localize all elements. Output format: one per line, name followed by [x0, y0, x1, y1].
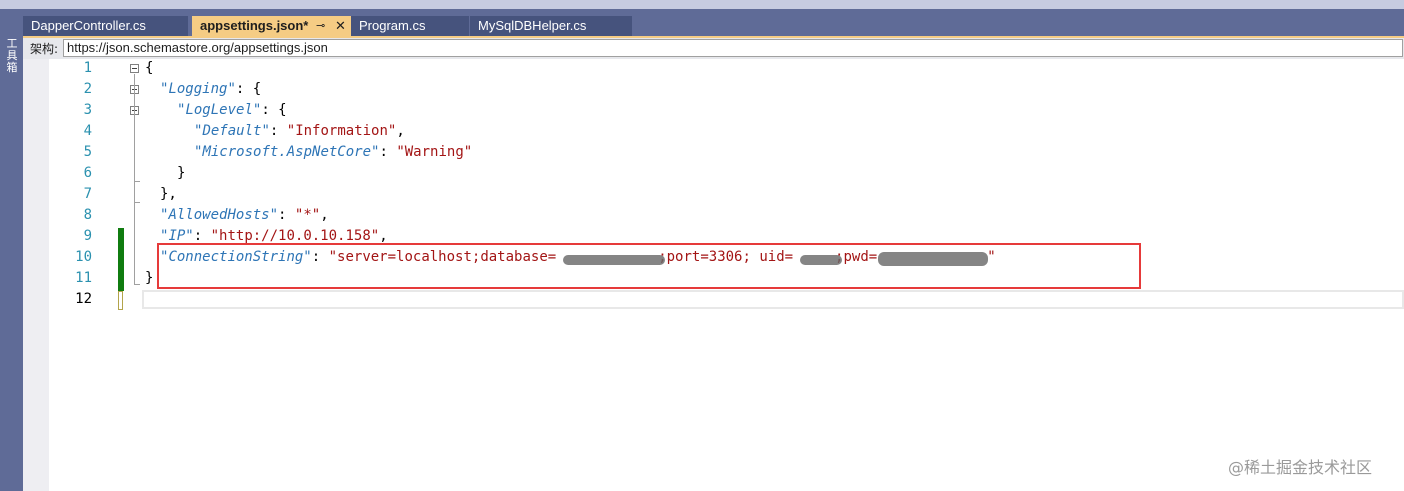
change-marker	[118, 228, 124, 291]
tab-dappercontroller[interactable]: DapperController.cs	[23, 16, 188, 36]
json-string-value: "Information"	[286, 123, 397, 139]
line-number: 5	[83, 144, 92, 160]
line-number: 4	[83, 123, 92, 139]
watermark: @稀土掘金技术社区	[1228, 458, 1373, 477]
change-marker-unsaved	[118, 291, 123, 310]
editor-margin	[23, 59, 49, 491]
line-number-current: 12	[75, 291, 92, 307]
schema-label: 架构:	[30, 42, 59, 56]
line-number: 3	[83, 102, 92, 118]
json-key: "LogLevel"	[177, 102, 262, 118]
line-number: 6	[83, 165, 92, 181]
fold-guide-end	[134, 181, 140, 182]
window-top-strip	[0, 0, 1404, 9]
toolbox-label[interactable]: 工具箱	[5, 38, 19, 74]
schema-url-input[interactable]: https://json.schemastore.org/appsettings…	[63, 39, 1403, 57]
tab-label: Program.cs	[359, 18, 426, 33]
code-line: "Default": "Information",	[194, 123, 405, 139]
code-line: "IP": "http://10.0.10.158",	[160, 228, 388, 244]
tab-appsettings[interactable]: appsettings.json* ⊸ ✕	[192, 16, 354, 36]
line-number: 7	[83, 186, 92, 202]
code-line: "Logging": {	[160, 81, 262, 97]
brace: {	[145, 60, 154, 76]
code-line: "LogLevel": {	[177, 102, 287, 118]
code-line: },	[160, 186, 177, 202]
code-line: }	[145, 270, 154, 286]
code-line: "AllowedHosts": "*",	[160, 207, 329, 223]
current-line-highlight	[142, 290, 1404, 309]
fold-guide-end	[134, 284, 140, 285]
fold-guide	[134, 74, 135, 284]
fold-guide-end	[134, 202, 140, 203]
json-key: "IP"	[160, 228, 194, 244]
line-number: 8	[83, 207, 92, 223]
schema-bar: 架构: https://json.schemastore.org/appsett…	[23, 36, 1404, 59]
code-line: }	[177, 165, 186, 181]
json-string-value: "Warning"	[396, 144, 473, 160]
json-string-value: "*"	[294, 207, 321, 223]
json-string-value: "http://10.0.10.158"	[210, 228, 380, 244]
line-number: 9	[83, 228, 92, 244]
document-tab-bar: DapperController.cs appsettings.json* ⊸ …	[23, 9, 1404, 36]
code-line: {	[145, 60, 153, 76]
code-line: "Microsoft.AspNetCore": "Warning"	[194, 144, 473, 160]
annotation-highlight-box	[157, 243, 1141, 289]
tab-program[interactable]: Program.cs	[351, 16, 469, 36]
pin-icon[interactable]: ⊸	[316, 16, 325, 36]
line-number: 2	[83, 81, 92, 97]
tab-label: DapperController.cs	[31, 18, 146, 33]
toolbox-side-panel[interactable]: 工具箱	[0, 9, 23, 491]
json-key: "AllowedHosts"	[160, 207, 279, 223]
json-key: "Default"	[194, 123, 270, 139]
tab-label: MySqlDBHelper.cs	[478, 18, 587, 33]
tab-label: appsettings.json*	[200, 18, 309, 33]
json-key: "Microsoft.AspNetCore"	[194, 144, 380, 160]
json-key: "Logging"	[160, 81, 236, 97]
line-number: 1	[83, 60, 92, 76]
line-number: 11	[75, 270, 92, 286]
line-number: 10	[75, 249, 92, 265]
close-icon[interactable]: ✕	[335, 16, 346, 36]
tab-mysqldbhelper[interactable]: MySqlDBHelper.cs	[470, 16, 632, 36]
collapse-icon[interactable]	[130, 64, 139, 73]
